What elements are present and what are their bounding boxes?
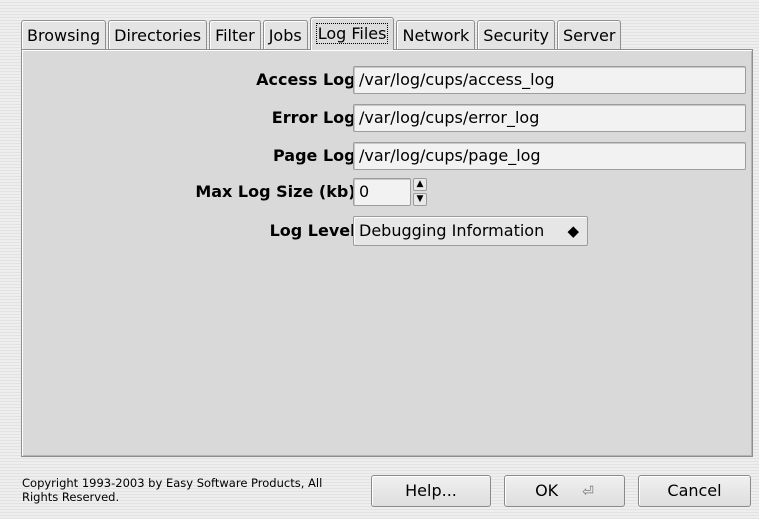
tab-jobs[interactable]: Jobs bbox=[262, 20, 308, 50]
tab-log-files-label: Log Files bbox=[315, 23, 389, 44]
cancel-button[interactable]: Cancel bbox=[638, 475, 751, 507]
max-log-size-row: Max Log Size (kb): 0 ▲ ▼ bbox=[22, 178, 752, 206]
access-log-row: Access Log: /var/log/cups/access_log bbox=[22, 66, 752, 94]
ok-button[interactable]: OK ⏎ bbox=[504, 475, 625, 507]
tab-directories[interactable]: Directories bbox=[108, 20, 208, 50]
tab-server[interactable]: Server bbox=[556, 20, 622, 50]
max-log-size-spinner: ▲ ▼ bbox=[413, 178, 427, 206]
tab-filter[interactable]: Filter bbox=[209, 20, 261, 50]
spinner-up-icon[interactable]: ▲ bbox=[413, 178, 427, 191]
page-log-label: Page Log: bbox=[272, 146, 362, 165]
help-button[interactable]: Help... bbox=[371, 475, 491, 507]
access-log-label: Access Log: bbox=[256, 70, 362, 89]
access-log-field[interactable]: /var/log/cups/access_log bbox=[353, 66, 746, 94]
copyright-text: Copyright 1993-2003 by Easy Software Pro… bbox=[22, 476, 323, 504]
log-files-panel: Access Log: /var/log/cups/access_log Err… bbox=[21, 49, 753, 457]
log-level-select[interactable]: Debugging Information ◆ bbox=[353, 216, 588, 246]
page-log-row: Page Log: /var/log/cups/page_log bbox=[22, 142, 752, 170]
log-level-value: Debugging Information bbox=[359, 221, 545, 240]
tab-browsing[interactable]: Browsing bbox=[21, 20, 107, 50]
error-log-row: Error Log: /var/log/cups/error_log bbox=[22, 104, 752, 132]
tab-bar: Browsing Directories Filter Jobs Log Fil… bbox=[21, 17, 623, 50]
max-log-size-label: Max Log Size (kb): bbox=[195, 182, 362, 201]
log-level-row: Log Level: Debugging Information ◆ bbox=[22, 216, 752, 246]
error-log-label: Error Log: bbox=[271, 108, 362, 127]
log-level-label: Log Level: bbox=[269, 221, 362, 240]
tab-network[interactable]: Network bbox=[396, 20, 476, 50]
tab-security[interactable]: Security bbox=[477, 20, 555, 50]
page-log-field[interactable]: /var/log/cups/page_log bbox=[353, 142, 746, 170]
ok-label: OK bbox=[535, 481, 559, 500]
error-log-field[interactable]: /var/log/cups/error_log bbox=[353, 104, 746, 132]
spinner-down-icon[interactable]: ▼ bbox=[413, 193, 427, 206]
updown-arrows-icon: ◆ bbox=[567, 222, 579, 240]
max-log-size-field[interactable]: 0 bbox=[353, 178, 411, 206]
return-key-icon: ⏎ bbox=[582, 484, 594, 500]
tab-log-files[interactable]: Log Files bbox=[309, 17, 395, 50]
